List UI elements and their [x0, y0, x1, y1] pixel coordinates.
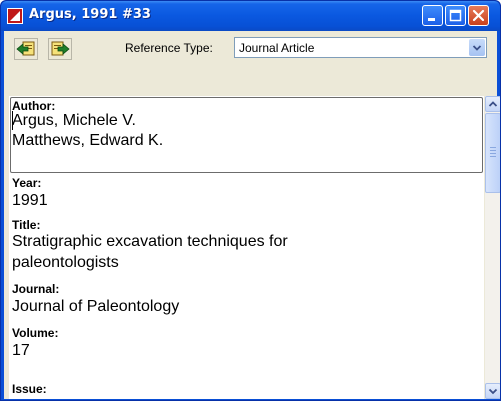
- close-button[interactable]: [468, 5, 489, 26]
- journal-field[interactable]: Journal: Journal of Paleontology: [9, 282, 479, 326]
- author-line-2[interactable]: Matthews, Edward K.: [12, 131, 163, 151]
- reference-type-label: Reference Type:: [125, 41, 213, 55]
- issue-label: Issue:: [12, 382, 47, 396]
- chevron-up-icon: [488, 101, 498, 107]
- volume-field[interactable]: Volume: 17: [9, 326, 479, 370]
- year-value[interactable]: 1991: [12, 191, 48, 211]
- maximize-button[interactable]: [445, 5, 466, 26]
- title-bar[interactable]: Argus, 1991 #33: [1, 1, 500, 31]
- next-reference-button[interactable]: [48, 38, 72, 60]
- title-field[interactable]: Title: Stratigraphic excavation techniqu…: [9, 218, 479, 282]
- previous-reference-icon: [16, 41, 35, 56]
- window-client-area: Reference Type: Journal Article Author: …: [4, 31, 500, 399]
- author-line-1[interactable]: Argus, Michele V.: [12, 111, 136, 131]
- title-label: Title:: [12, 218, 41, 232]
- issue-field[interactable]: Issue:: [9, 370, 479, 399]
- chevron-down-icon: [488, 388, 498, 395]
- reference-type-select[interactable]: Journal Article: [234, 37, 487, 58]
- journal-label: Journal:: [12, 282, 60, 296]
- author-field[interactable]: Author: Argus, Michele V. Matthews, Edwa…: [9, 96, 483, 174]
- previous-reference-button[interactable]: [14, 38, 38, 60]
- minimize-button[interactable]: [422, 5, 443, 26]
- scrollbar-thumb[interactable]: [485, 113, 500, 193]
- volume-label: Volume:: [12, 326, 59, 340]
- scroll-down-button[interactable]: [485, 383, 500, 399]
- title-line-1[interactable]: Stratigraphic excavation techniques for: [12, 232, 288, 252]
- chevron-down-icon: [472, 45, 482, 51]
- journal-value[interactable]: Journal of Paleontology: [12, 297, 179, 317]
- year-label: Year:: [12, 176, 42, 190]
- maximize-icon: [449, 9, 462, 22]
- grip-icon: [490, 147, 496, 157]
- reference-toolbar: Reference Type: Journal Article: [4, 31, 497, 63]
- scroll-up-button[interactable]: [485, 96, 500, 112]
- reference-fields-panel[interactable]: Author: Argus, Michele V. Matthews, Edwa…: [9, 96, 484, 399]
- close-icon: [472, 9, 485, 22]
- volume-value[interactable]: 17: [12, 341, 30, 361]
- window-title: Argus, 1991 #33: [29, 7, 151, 22]
- vertical-scrollbar[interactable]: [485, 96, 500, 399]
- endnote-app-glyph: [10, 11, 20, 21]
- year-field[interactable]: Year: 1991: [9, 174, 479, 218]
- endnote-app-icon[interactable]: [7, 8, 23, 24]
- reference-window: Argus, 1991 #33 Reference Type: Journal …: [0, 0, 501, 401]
- minimize-icon: [428, 18, 435, 21]
- title-line-2[interactable]: paleontologists: [12, 253, 119, 273]
- reference-type-dropdown-button[interactable]: [469, 39, 485, 56]
- next-reference-icon: [51, 41, 70, 56]
- reference-type-value: Journal Article: [239, 41, 315, 55]
